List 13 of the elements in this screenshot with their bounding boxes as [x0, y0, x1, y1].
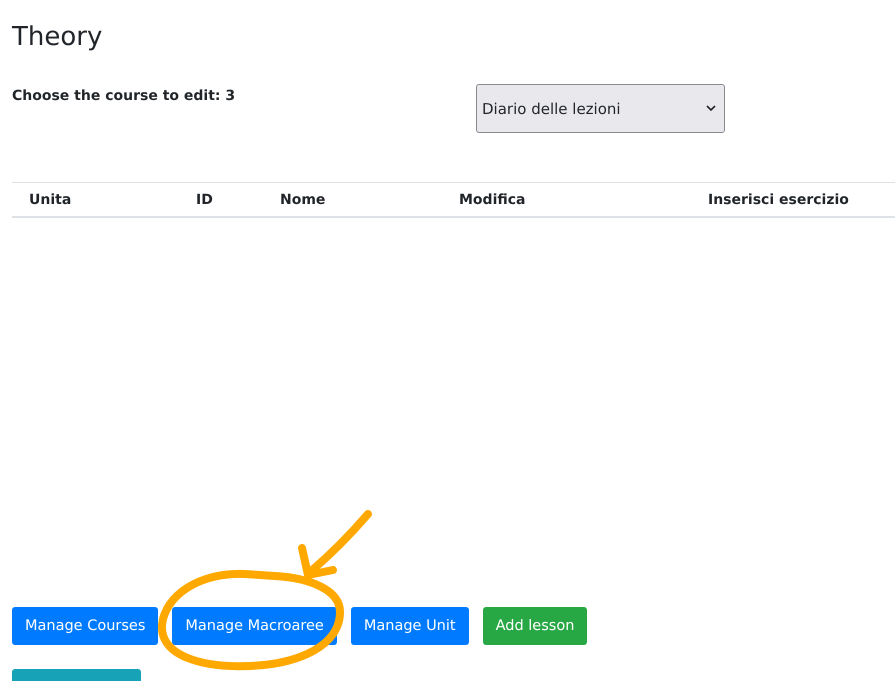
column-header: Unita [28, 191, 72, 210]
action-button[interactable]: Manage Unit [350, 607, 469, 645]
action-button[interactable]: Manage Courses [12, 607, 158, 645]
page-title: Theory [12, 21, 104, 54]
course-label: Choose the course to edit: 3 [12, 87, 236, 106]
action-button[interactable]: Add lesson [482, 607, 588, 645]
action-button[interactable]: Manage Macroaree [172, 607, 337, 645]
column-header: Modifica [458, 191, 526, 210]
column-header: Nome [279, 191, 326, 210]
course-select[interactable]: Diario delle lezioni [476, 84, 725, 133]
chevron-down-icon [706, 105, 716, 112]
column-header: ID [195, 191, 214, 210]
column-header: Inserisci esercizio [707, 191, 850, 210]
